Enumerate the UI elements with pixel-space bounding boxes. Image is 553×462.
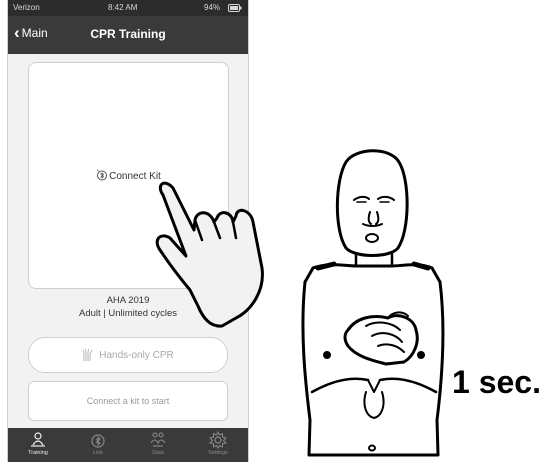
cpr-manikin <box>301 149 445 457</box>
pointing-hand-icon <box>155 181 264 328</box>
timer-label: 1 sec. <box>452 364 541 400</box>
